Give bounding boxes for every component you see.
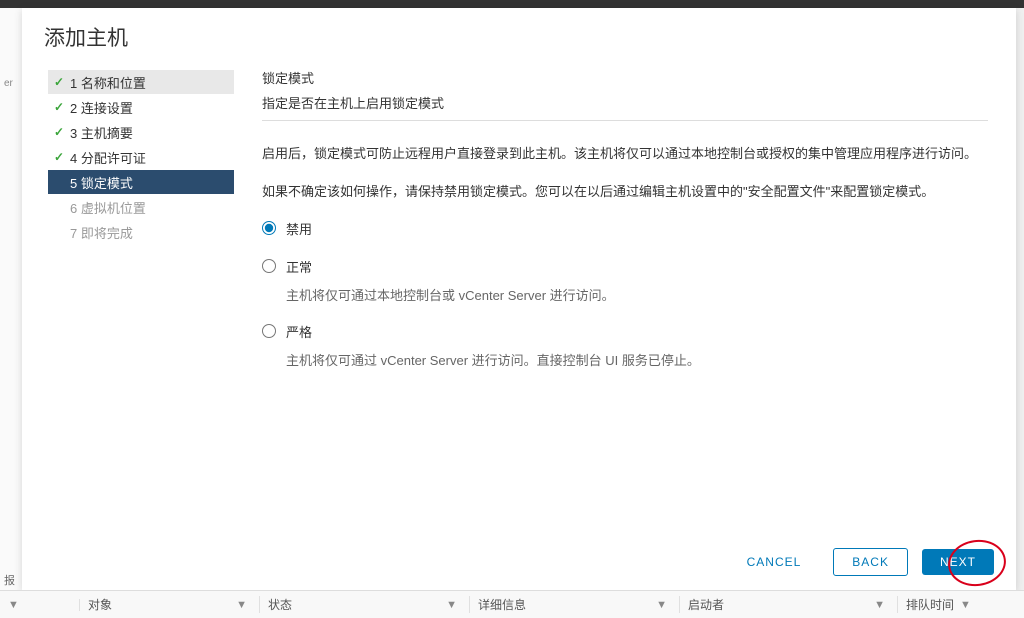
bottom-task-label: 报: [4, 572, 15, 588]
wizard-step-name-location[interactable]: ✓ 1 名称和位置: [48, 70, 234, 94]
step-label: 6 虚拟机位置: [70, 198, 146, 217]
col-label: 详细信息: [478, 596, 526, 613]
radio-content: 严格 主机将仅可通过 vCenter Server 进行访问。直接控制台 UI …: [286, 322, 988, 369]
radio-content: 正常 主机将仅可通过本地控制台或 vCenter Server 进行访问。: [286, 257, 988, 304]
step-label: 7 即将完成: [70, 223, 133, 242]
table-header-initiator[interactable]: 启动者 ▼: [680, 596, 898, 613]
background-top-bar: [0, 0, 1024, 8]
radio-label-disabled[interactable]: 禁用: [286, 222, 312, 237]
wizard-step-connection[interactable]: ✓ 2 连接设置: [48, 95, 234, 119]
col-label: 状态: [268, 596, 292, 613]
check-icon: ✓: [54, 150, 70, 164]
radio-description-normal: 主机将仅可通过本地控制台或 vCenter Server 进行访问。: [286, 285, 988, 304]
radio-normal[interactable]: [262, 259, 276, 273]
table-header-status[interactable]: 状态 ▼: [260, 596, 470, 613]
modal-footer: CANCEL BACK NEXT: [22, 534, 1016, 590]
content-description-1: 启用后，锁定模式可防止远程用户直接登录到此主机。该主机将仅可以通过本地控制台或授…: [262, 143, 988, 165]
radio-option-normal: 正常 主机将仅可通过本地控制台或 vCenter Server 进行访问。: [262, 257, 988, 304]
left-background-sliver: er: [0, 8, 22, 590]
background-task-table: ▼ 对象 ▼ 状态 ▼ 详细信息 ▼ 启动者 ▼ 排队时间 ▼: [0, 590, 1024, 618]
col-label: 启动者: [688, 596, 724, 613]
back-button[interactable]: BACK: [833, 548, 908, 576]
radio-label-strict[interactable]: 严格: [286, 325, 312, 340]
filter-icon: ▼: [960, 599, 971, 611]
table-header-object[interactable]: 对象 ▼: [80, 596, 260, 613]
table-filter-col1[interactable]: ▼: [0, 599, 80, 611]
check-icon: ✓: [54, 125, 70, 139]
modal-title: 添加主机: [22, 8, 1016, 54]
radio-strict[interactable]: [262, 324, 276, 338]
step-label: 4 分配许可证: [70, 148, 146, 167]
wizard-sidebar: ✓ 1 名称和位置 ✓ 2 连接设置 ✓ 3 主机摘要 ✓ 4 分配许可证 5 …: [22, 64, 250, 534]
radio-content: 禁用: [286, 219, 988, 239]
filter-icon: ▼: [446, 599, 457, 611]
sliver-text: er: [0, 8, 22, 89]
step-label: 5 锁定模式: [70, 173, 133, 192]
col-label: 对象: [88, 596, 112, 613]
filter-icon: ▼: [236, 599, 247, 611]
content-divider: [262, 120, 988, 121]
content-title: 锁定模式: [262, 68, 988, 87]
wizard-step-vm-location: 6 虚拟机位置: [48, 195, 234, 219]
wizard-content: 锁定模式 指定是否在主机上启用锁定模式 启用后，锁定模式可防止远程用户直接登录到…: [250, 64, 1016, 534]
add-host-wizard-modal: 添加主机 ✓ 1 名称和位置 ✓ 2 连接设置 ✓ 3 主机摘要 ✓ 4 分配许…: [22, 8, 1016, 590]
radio-option-disabled: 禁用: [262, 219, 988, 239]
modal-body: ✓ 1 名称和位置 ✓ 2 连接设置 ✓ 3 主机摘要 ✓ 4 分配许可证 5 …: [22, 54, 1016, 534]
wizard-step-license[interactable]: ✓ 4 分配许可证: [48, 145, 234, 169]
radio-description-strict: 主机将仅可通过 vCenter Server 进行访问。直接控制台 UI 服务已…: [286, 350, 988, 369]
check-icon: ✓: [54, 75, 70, 89]
step-label: 2 连接设置: [70, 98, 133, 117]
step-label: 3 主机摘要: [70, 123, 133, 142]
step-label: 1 名称和位置: [70, 73, 146, 92]
content-subtitle: 指定是否在主机上启用锁定模式: [262, 93, 988, 112]
next-button[interactable]: NEXT: [922, 549, 994, 575]
col-label: 排队时间: [906, 596, 954, 613]
content-description-2: 如果不确定该如何操作，请保持禁用锁定模式。您可以在以后通过编辑主机设置中的"安全…: [262, 181, 988, 203]
filter-icon: ▼: [656, 599, 667, 611]
wizard-step-lockdown[interactable]: 5 锁定模式: [48, 170, 234, 194]
lockdown-mode-radio-group: 禁用 正常 主机将仅可通过本地控制台或 vCenter Server 进行访问。…: [262, 219, 988, 369]
table-header-details[interactable]: 详细信息 ▼: [470, 596, 680, 613]
radio-option-strict: 严格 主机将仅可通过 vCenter Server 进行访问。直接控制台 UI …: [262, 322, 988, 369]
cancel-button[interactable]: CANCEL: [729, 549, 820, 575]
filter-icon: ▼: [8, 599, 19, 611]
radio-label-normal[interactable]: 正常: [286, 260, 312, 275]
check-icon: ✓: [54, 100, 70, 114]
wizard-step-summary[interactable]: ✓ 3 主机摘要: [48, 120, 234, 144]
radio-disabled[interactable]: [262, 221, 276, 235]
filter-icon: ▼: [874, 599, 885, 611]
table-header-queued[interactable]: 排队时间 ▼: [898, 596, 1024, 613]
wizard-step-ready: 7 即将完成: [48, 220, 234, 244]
